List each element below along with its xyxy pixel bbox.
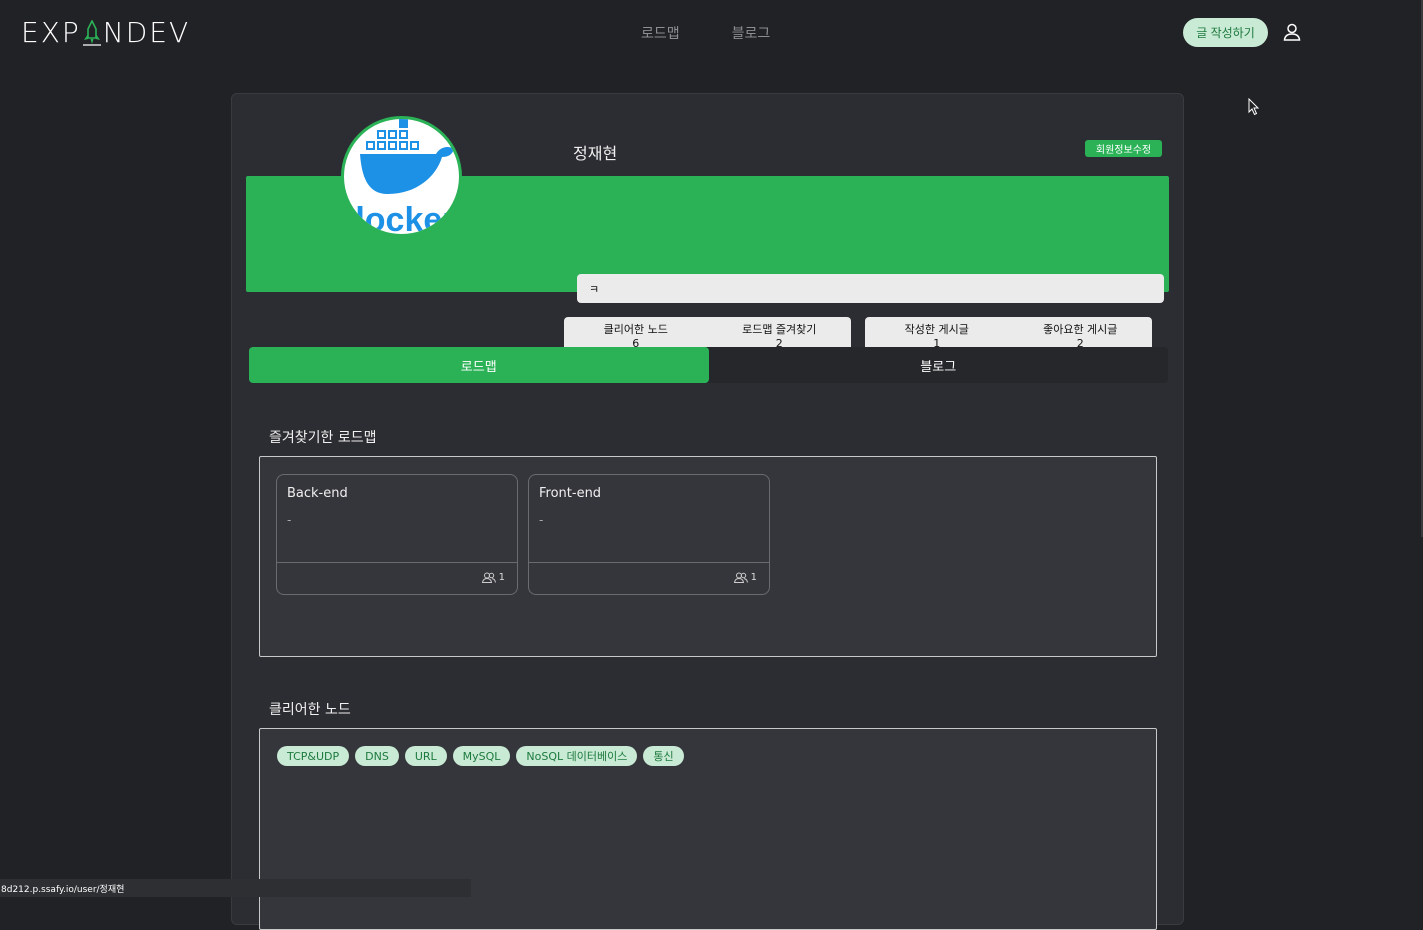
cleared-panel: TCP&UDP DNS URL MySQL NoSQL 데이터베이스 통신 <box>259 728 1157 930</box>
roadmap-card-desc: - <box>539 513 544 527</box>
users-icon <box>481 572 496 583</box>
roadmap-card-count-value: 1 <box>498 572 505 583</box>
logo-text: EXP NDEV <box>21 19 190 47</box>
profile-tabs: 로드맵 블로그 <box>249 347 1168 383</box>
nav-roadmap[interactable]: 로드맵 <box>641 23 680 43</box>
favorites-panel: Back-end - 1 Front-end - 1 <box>259 456 1157 657</box>
profile-card: ㅋ 클리어한 노드 6 로드맵 즐겨찾기 2 작성한 게시글 1 좋아요한 게시… <box>231 93 1184 930</box>
logo-text-right: NDEV <box>102 16 191 49</box>
stat-label: 클리어한 노드 <box>603 322 668 336</box>
logo[interactable]: EXP NDEV <box>21 19 190 47</box>
cleared-title: 클리어한 노드 <box>269 702 351 718</box>
favorites-title: 즐겨찾기한 로드맵 <box>269 430 377 446</box>
docker-logo-icon: docker <box>344 119 456 234</box>
bio-field: ㅋ <box>577 274 1164 303</box>
roadmap-card-backend[interactable]: Back-end - 1 <box>276 474 518 595</box>
username: 정재현 <box>573 144 618 163</box>
roadmap-card-desc: - <box>287 513 292 527</box>
stat-label: 좋아요한 게시글 <box>1043 322 1118 336</box>
node-chip-list: TCP&UDP DNS URL MySQL NoSQL 데이터베이스 통신 <box>277 746 684 766</box>
rocket-icon <box>82 20 101 46</box>
roadmap-card-title: Back-end <box>287 486 348 501</box>
node-chip[interactable]: 통신 <box>643 746 684 766</box>
link-status-bar: 8d212.p.ssafy.io/user/정재현 <box>0 879 471 897</box>
write-post-button[interactable]: 글 작성하기 <box>1183 18 1268 47</box>
mouse-cursor-icon <box>1248 98 1260 116</box>
node-chip[interactable]: NoSQL 데이터베이스 <box>516 746 638 766</box>
roadmap-card-footer: 1 <box>277 562 517 595</box>
roadmap-card-count: 1 <box>481 572 505 583</box>
users-icon <box>733 572 748 583</box>
avatar: docker <box>341 116 462 237</box>
roadmap-card-count-value: 1 <box>750 572 757 583</box>
roadmap-card-title: Front-end <box>539 486 602 501</box>
tab-blog[interactable]: 블로그 <box>709 347 1169 383</box>
roadmap-card-frontend[interactable]: Front-end - 1 <box>528 474 770 595</box>
node-chip[interactable]: DNS <box>355 746 399 766</box>
node-chip[interactable]: MySQL <box>452 746 511 766</box>
logo-text-left: EXP <box>21 16 81 49</box>
edit-profile-button[interactable]: 회원정보수정 <box>1085 140 1162 157</box>
stat-label: 로드맵 즐겨찾기 <box>742 322 817 336</box>
user-icon[interactable] <box>1282 22 1302 42</box>
stat-label: 작성한 게시글 <box>904 322 969 336</box>
nav-blog[interactable]: 블로그 <box>732 23 771 43</box>
tab-roadmap[interactable]: 로드맵 <box>249 347 709 383</box>
top-nav: 로드맵 블로그 <box>641 23 770 43</box>
roadmap-card-count: 1 <box>733 572 757 583</box>
roadmap-card-footer: 1 <box>529 562 769 595</box>
node-chip[interactable]: TCP&UDP <box>277 746 350 766</box>
node-chip[interactable]: URL <box>404 746 447 766</box>
